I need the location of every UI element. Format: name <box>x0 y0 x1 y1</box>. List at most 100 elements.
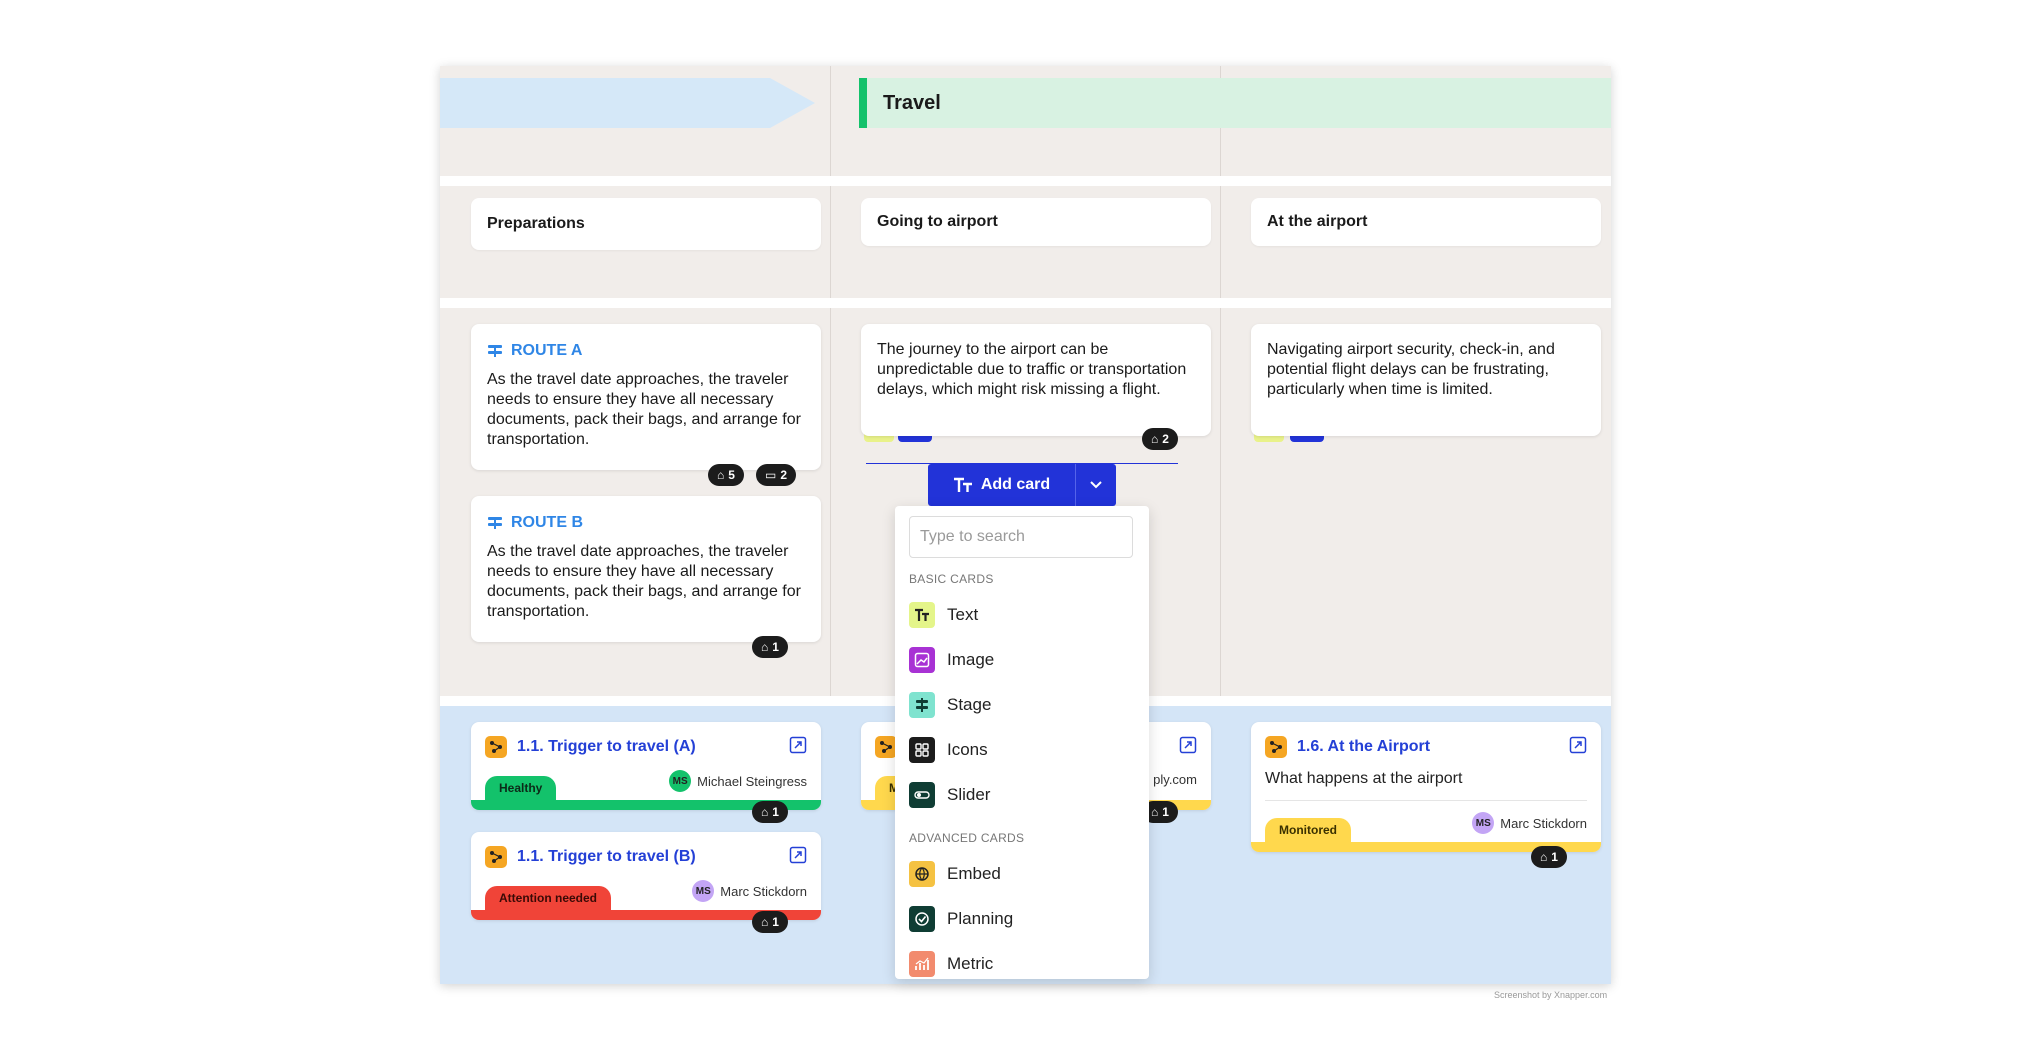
route-a-card[interactable]: ROUTE A As the travel date approaches, t… <box>471 324 821 470</box>
tag-count: 1 <box>1551 850 1558 864</box>
menu-item-metric[interactable]: Metric <box>909 941 1135 986</box>
tag-count: 1 <box>772 915 779 929</box>
phase-arrow[interactable] <box>440 78 815 128</box>
tag-count: 5 <box>728 468 735 482</box>
journey-title-label: 1.1. Trigger to travel (B) <box>517 848 696 865</box>
owner: MS Michael Steingress <box>669 770 807 792</box>
tag-count-pill[interactable]: ⌂ 5 <box>708 464 744 486</box>
card-text: The journey to the airport can be unpred… <box>877 341 1187 398</box>
journey-map-icon <box>485 846 507 868</box>
add-card-dropdown-toggle[interactable] <box>1076 464 1116 506</box>
menu-section-label: BASIC CARDS <box>909 572 994 586</box>
stage-label: At the airport <box>1267 213 1368 230</box>
journey-title: 1.1. Trigger to travel (A) <box>485 736 696 758</box>
route-b-title: ROUTE B <box>487 514 805 532</box>
tag-count: 1 <box>1162 805 1169 819</box>
open-link-icon[interactable] <box>1569 736 1587 754</box>
menu-item-embed[interactable]: Embed <box>909 851 1135 896</box>
tag-count: 2 <box>1162 432 1169 446</box>
menu-item-label: Slider <box>947 784 991 804</box>
route-title-label: ROUTE B <box>511 514 583 531</box>
menu-item-planning[interactable]: Planning <box>909 896 1135 941</box>
planning-icon <box>909 905 935 932</box>
menu-item-icons[interactable]: Icons <box>909 727 1135 772</box>
lane-separator <box>440 176 1611 186</box>
tag-count-pill[interactable]: ⌂ 1 <box>752 636 788 658</box>
open-link-icon[interactable] <box>789 846 807 864</box>
tag-icon: ⌂ <box>1151 432 1159 446</box>
tag-count: 1 <box>772 640 779 654</box>
stage-preparations[interactable]: Preparations <box>471 198 821 250</box>
stage-icon <box>909 691 935 718</box>
icons-icon <box>909 736 935 763</box>
journey-map-icon <box>485 736 507 758</box>
comment-count-pill[interactable]: ▭ 2 <box>756 464 797 486</box>
menu-item-label: Embed <box>947 863 1001 883</box>
going-airport-card[interactable]: The journey to the airport can be unpred… <box>861 324 1211 436</box>
tag-count-pill[interactable]: ⌂ 1 <box>1531 846 1567 868</box>
card-text: As the travel date approaches, the trave… <box>487 371 801 448</box>
stage-label: Preparations <box>487 215 585 232</box>
menu-item-label: Text <box>947 604 979 624</box>
owner: MS Marc Stickdorn <box>692 880 807 902</box>
stage-label: Going to airport <box>877 213 998 230</box>
divider <box>1265 800 1587 801</box>
add-card-label: Add card <box>980 476 1051 493</box>
menu-item-label: Metric <box>947 953 994 973</box>
text-icon <box>909 601 935 628</box>
card-text: Navigating airport security, check-in, a… <box>1267 341 1555 398</box>
tag-icon: ⌂ <box>717 468 725 482</box>
watermark: Screenshot by Xnapper.com <box>1494 990 1608 1000</box>
tag-icon: ⌂ <box>761 805 769 819</box>
tag-icon: ⌂ <box>761 640 769 654</box>
comment-icon: ▭ <box>765 468 777 482</box>
phase-travel[interactable]: Travel <box>859 78 1611 128</box>
journey-title <box>875 736 897 758</box>
journey-card-trigger-a[interactable]: 1.1. Trigger to travel (A) MS Michael St… <box>471 722 821 810</box>
tag-count-pill[interactable]: ⌂ 1 <box>752 911 788 933</box>
journey-subtitle: What happens at the airport <box>1265 770 1463 787</box>
stage-at-the-airport[interactable]: At the airport <box>1251 198 1601 246</box>
add-card-button[interactable]: Add card <box>928 464 1076 506</box>
image-icon <box>909 646 935 673</box>
journey-card-at-airport[interactable]: 1.6. At the Airport What happens at the … <box>1251 722 1601 852</box>
slider-icon <box>909 781 935 808</box>
owner-name: ply.com <box>1153 772 1197 787</box>
embed-icon <box>909 860 935 887</box>
menu-item-label: Icons <box>947 739 988 759</box>
card-type-menu: BASIC CARDS Text Image Stage Icons Slide… <box>895 506 1149 979</box>
menu-section-label: ADVANCED CARDS <box>909 831 1025 845</box>
menu-item-text[interactable]: Text <box>909 592 1135 637</box>
open-link-icon[interactable] <box>789 736 807 754</box>
tag-count-pill[interactable]: ⌂ 1 <box>752 801 788 823</box>
chevron-down-icon <box>1090 481 1102 489</box>
journey-map-icon <box>1265 736 1287 758</box>
journey-title-label: 1.6. At the Airport <box>1297 738 1431 755</box>
journey-title-label: 1.1. Trigger to travel (A) <box>517 738 696 755</box>
journey-title: 1.6. At the Airport <box>1265 736 1430 758</box>
card-text: As the travel date approaches, the trave… <box>487 543 801 620</box>
route-a-title: ROUTE A <box>487 342 805 360</box>
tag-icon: ⌂ <box>761 915 769 929</box>
route-title-label: ROUTE A <box>511 342 583 359</box>
menu-item-image[interactable]: Image <box>909 637 1135 682</box>
owner-name: Marc Stickdorn <box>720 883 807 899</box>
comment-count: 2 <box>780 468 788 482</box>
text-type-icon <box>953 477 972 492</box>
status-badge: Attention needed <box>485 886 611 910</box>
menu-item-label: Planning <box>947 908 1014 928</box>
route-icon <box>488 345 502 357</box>
lane-separator <box>440 298 1611 308</box>
menu-item-slider[interactable]: Slider <box>909 772 1135 817</box>
tag-count-pill[interactable]: ⌂ 2 <box>1142 428 1178 450</box>
menu-item-stage[interactable]: Stage <box>909 682 1135 727</box>
search-input[interactable] <box>909 516 1133 558</box>
journey-card-trigger-b[interactable]: 1.1. Trigger to travel (B) MS Marc Stick… <box>471 832 821 920</box>
avatar: MS <box>669 770 692 792</box>
route-b-card[interactable]: ROUTE B As the travel date approaches, t… <box>471 496 821 642</box>
at-airport-card[interactable]: Navigating airport security, check-in, a… <box>1251 324 1601 436</box>
owner: ply.com <box>1153 772 1197 787</box>
add-card-split-button: Add card <box>928 464 1116 506</box>
stage-going-to-airport[interactable]: Going to airport <box>861 198 1211 246</box>
open-link-icon[interactable] <box>1179 736 1197 754</box>
